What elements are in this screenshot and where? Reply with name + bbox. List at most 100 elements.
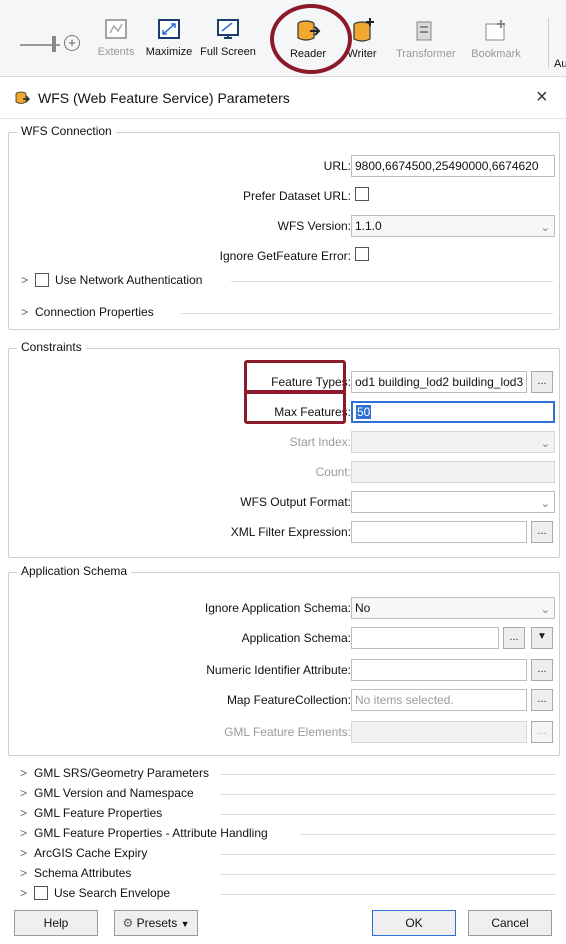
count-label: Count: xyxy=(315,465,351,479)
start-index-label: Start Index: xyxy=(289,435,351,449)
bookmark-label: Bookmark xyxy=(471,48,521,60)
writer-icon xyxy=(353,18,374,42)
chevron-down-icon: ⌄ xyxy=(540,438,550,450)
divider xyxy=(220,774,556,775)
cancel-button[interactable]: Cancel xyxy=(468,910,552,936)
transformer-button[interactable]: Transformer xyxy=(396,18,456,70)
bookmark-icon xyxy=(485,20,505,41)
application-schema-group: Application Schema Ignore Application Sc… xyxy=(8,564,560,756)
ignore-application-schema-label: Ignore Application Schema: xyxy=(204,601,351,615)
wfs-output-format-select[interactable]: ⌄ xyxy=(351,491,555,513)
numeric-identifier-input[interactable] xyxy=(351,659,527,681)
chevron-right-icon: > xyxy=(20,786,28,800)
section-gml-feature-properties-attribute[interactable]: > GML Feature Properties - Attribute Hand… xyxy=(20,826,268,840)
section-gml-srs-geometry[interactable]: > GML SRS/Geometry Parameters xyxy=(20,766,209,780)
network-auth-row[interactable]: > xyxy=(21,273,35,287)
count-input[interactable] xyxy=(351,461,555,483)
application-schema-legend: Application Schema xyxy=(17,564,132,578)
maximize-icon xyxy=(158,19,180,39)
chevron-down-icon: ⌄ xyxy=(540,604,550,616)
use-search-envelope-row[interactable]: > xyxy=(20,886,34,900)
map-featurecollection-browse-button[interactable]: ... xyxy=(531,689,553,711)
chevron-right-icon: > xyxy=(20,806,28,820)
section-label: GML Feature Properties xyxy=(34,806,163,820)
full-screen-button[interactable]: Full Screen xyxy=(200,18,256,70)
zoom-in-icon[interactable]: + xyxy=(64,35,80,51)
toolbar-cut-label: Au xyxy=(554,58,566,70)
bookmark-button[interactable]: Bookmark xyxy=(468,18,524,70)
zoom-slider-thumb[interactable] xyxy=(52,36,56,52)
extents-icon xyxy=(105,19,127,39)
chevron-down-icon: ⌄ xyxy=(540,222,550,234)
prefer-dataset-url-label: Prefer Dataset URL: xyxy=(242,189,351,203)
chevron-right-icon: > xyxy=(20,766,28,780)
wfs-connection-legend: WFS Connection xyxy=(17,124,116,138)
gear-icon: ⚙ xyxy=(122,916,134,930)
section-label: GML Version and Namespace xyxy=(34,786,194,800)
section-gml-feature-properties[interactable]: > GML Feature Properties xyxy=(20,806,162,820)
network-auth-checkbox[interactable] xyxy=(35,273,49,287)
section-arcgis-cache-expiry[interactable]: > ArcGIS Cache Expiry xyxy=(20,846,147,860)
wfs-version-select[interactable]: 1.1.0 ⌄ xyxy=(351,215,555,237)
section-gml-version-namespace[interactable]: > GML Version and Namespace xyxy=(20,786,194,800)
application-schema-input[interactable] xyxy=(351,627,499,649)
feature-types-browse-button[interactable]: ... xyxy=(531,371,553,393)
max-features-input[interactable]: 50 xyxy=(351,401,555,423)
ignore-getfeature-error-label: Ignore GetFeature Error: xyxy=(219,249,351,263)
feature-types-input[interactable]: od1 building_lod2 building_lod3 xyxy=(351,371,527,393)
gml-feature-elements-label: GML Feature Elements: xyxy=(224,725,351,739)
chevron-down-icon: ⌄ xyxy=(540,498,550,510)
section-label: GML SRS/Geometry Parameters xyxy=(34,766,209,780)
use-search-envelope-checkbox[interactable] xyxy=(34,886,48,900)
url-input[interactable]: 9800,6674500,25490000,6674620 xyxy=(351,155,555,177)
full-screen-icon xyxy=(217,19,239,39)
ok-button[interactable]: OK xyxy=(372,910,456,936)
section-label: Schema Attributes xyxy=(34,866,132,880)
application-schema-label: Application Schema: xyxy=(241,631,351,645)
chevron-right-icon: > xyxy=(20,826,28,840)
transformer-label: Transformer xyxy=(396,48,456,60)
toolbar: + Extents Maximize Full Screen Reader Wr… xyxy=(0,0,566,77)
divider xyxy=(300,834,556,835)
section-schema-attributes[interactable]: > Schema Attributes xyxy=(20,866,131,880)
application-schema-menu-button[interactable]: ▼ xyxy=(531,627,553,649)
chevron-right-icon: > xyxy=(20,886,28,900)
start-index-select[interactable]: ⌄ xyxy=(351,431,555,453)
extents-label: Extents xyxy=(97,46,135,58)
full-screen-label: Full Screen xyxy=(200,46,256,58)
extents-button[interactable]: Extents xyxy=(88,18,144,70)
divider xyxy=(220,854,556,855)
transformer-icon xyxy=(416,21,432,41)
application-schema-browse-button[interactable]: ... xyxy=(503,627,525,649)
xml-filter-input[interactable] xyxy=(351,521,527,543)
numeric-identifier-browse-button[interactable]: ... xyxy=(531,659,553,681)
divider xyxy=(231,281,553,282)
xml-filter-browse-button[interactable]: ... xyxy=(531,521,553,543)
presets-label: Presets xyxy=(136,916,178,930)
presets-button[interactable]: ⚙ Presets ▼ xyxy=(114,910,198,936)
max-features-highlight-annotation xyxy=(244,390,346,424)
dropdown-arrow-icon: ▼ xyxy=(180,919,190,929)
prefer-dataset-url-checkbox[interactable] xyxy=(355,187,369,201)
divider xyxy=(220,894,556,895)
wfs-version-value: 1.1.0 xyxy=(355,219,382,233)
wfs-parameters-dialog: WFS (Web Feature Service) Parameters × W… xyxy=(0,78,566,944)
wfs-connection-group: WFS Connection URL: 9800,6674500,2549000… xyxy=(8,124,560,330)
close-icon[interactable]: × xyxy=(536,86,548,109)
ignore-application-schema-value: No xyxy=(355,601,371,615)
connection-properties-expander[interactable]: > Connection Properties xyxy=(21,305,154,319)
toolbar-separator xyxy=(548,18,549,68)
section-label: ArcGIS Cache Expiry xyxy=(34,846,148,860)
max-features-value: 50 xyxy=(356,405,372,419)
ignore-getfeature-error-checkbox[interactable] xyxy=(355,247,369,261)
gml-feature-elements-input[interactable] xyxy=(351,721,527,743)
reader-highlight-annotation xyxy=(270,4,352,74)
ignore-application-schema-select[interactable]: No ⌄ xyxy=(351,597,555,619)
help-button[interactable]: Help xyxy=(14,910,98,936)
network-auth-label: Use Network Authentication xyxy=(55,273,203,287)
map-featurecollection-input[interactable]: No items selected. xyxy=(351,689,527,711)
maximize-button[interactable]: Maximize xyxy=(141,18,197,70)
gml-feature-elements-browse-button[interactable]: ... xyxy=(531,721,553,743)
feature-types-highlight-annotation xyxy=(244,360,346,394)
xml-filter-label: XML Filter Expression: xyxy=(230,525,351,539)
